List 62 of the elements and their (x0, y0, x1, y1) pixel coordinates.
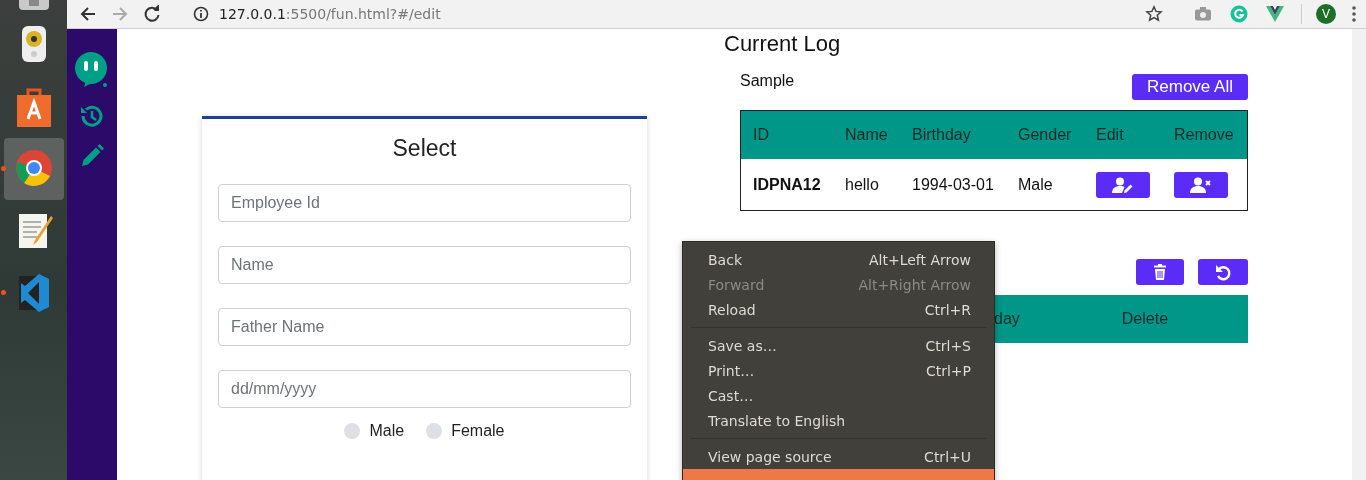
url-path: :5500/fun.html?#/edit (285, 6, 441, 22)
scrollbar[interactable] (1352, 29, 1366, 480)
shortcut-text: Alt+Left Arrow (868, 251, 971, 268)
reload-icon[interactable] (143, 5, 161, 23)
edit-user-button[interactable] (1096, 171, 1150, 198)
menu-item[interactable]: Back Alt+Left Arrow (683, 247, 994, 272)
menu-item[interactable]: Translate to English (683, 408, 994, 433)
delete-button[interactable] (1136, 259, 1184, 285)
table-caption: Sample (740, 72, 795, 91)
star-icon[interactable] (1145, 5, 1163, 23)
shopping-bag-icon[interactable] (14, 86, 53, 128)
section-title: Current Log (724, 31, 842, 57)
user-pencil-icon (1112, 176, 1134, 193)
menu-item[interactable]: View page source Ctrl+U (683, 444, 994, 469)
input-field[interactable]: Employee Id (218, 184, 631, 222)
column-header: Delete (1121, 310, 1169, 328)
pencil-icon[interactable] (79, 143, 105, 169)
remove-user-button[interactable] (1174, 171, 1228, 198)
table-cell-text: hello (845, 175, 880, 194)
undo-icon (1215, 263, 1231, 281)
column-header: Birthday (912, 126, 972, 144)
url-host: 127.0.0.1 (219, 6, 286, 22)
history-icon[interactable] (79, 103, 105, 129)
back-icon[interactable] (79, 5, 97, 23)
undo-button[interactable] (1198, 259, 1248, 285)
shortcut-text: Ctrl+S (925, 337, 971, 354)
form-title: Select (391, 135, 458, 162)
menu-item[interactable]: Cast… (683, 383, 994, 408)
input-field[interactable]: Father Name (218, 308, 631, 346)
menu-icon[interactable] (1351, 5, 1357, 23)
menu-item[interactable]: Print… Ctrl+P (683, 358, 994, 383)
column-header: Gender (1018, 126, 1073, 144)
info-icon[interactable] (193, 6, 209, 22)
radio-option[interactable]: Female (426, 422, 505, 440)
column-header: Name (845, 126, 889, 144)
table-cell-text: IDPNA12 (753, 175, 822, 194)
input-field[interactable]: dd/mm/yyyy (218, 370, 631, 408)
radio-button[interactable] (344, 423, 361, 439)
remove-all-button[interactable]: Remove All (1132, 74, 1248, 100)
address-bar[interactable]: 127.0.0.1:5500/fun.html?#/edit (177, 0, 1173, 28)
trash-icon (1152, 263, 1168, 281)
dock-item[interactable] (3, 138, 64, 200)
column-header: day (994, 310, 1020, 328)
v-logo-icon[interactable] (1266, 6, 1284, 22)
column-header: Edit (1096, 126, 1125, 144)
table-cell-text: 1994-03-01 (912, 175, 995, 194)
menu-item[interactable]: Reload Ctrl+R (683, 297, 994, 322)
radio-option[interactable]: Male (344, 422, 405, 440)
shortcut-text: Alt+Right Arrow (858, 276, 971, 293)
user-x-icon (1190, 176, 1212, 193)
menu-item[interactable]: Save as… Ctrl+S (683, 333, 994, 358)
column-header: Remove (1174, 126, 1235, 144)
profile-avatar[interactable]: V (1316, 4, 1336, 24)
radio-button[interactable] (426, 423, 443, 439)
shortcut-text: Ctrl+R (924, 301, 971, 318)
camera-icon[interactable] (1194, 6, 1212, 22)
shortcut-text: Ctrl+U (924, 448, 971, 465)
shortcut-text: Ctrl+P (925, 362, 971, 379)
table-cell-text: Male (1018, 175, 1054, 194)
column-header: ID (753, 126, 770, 144)
input-field[interactable]: Name (218, 246, 631, 284)
chat-bubble-icon[interactable] (74, 51, 110, 89)
